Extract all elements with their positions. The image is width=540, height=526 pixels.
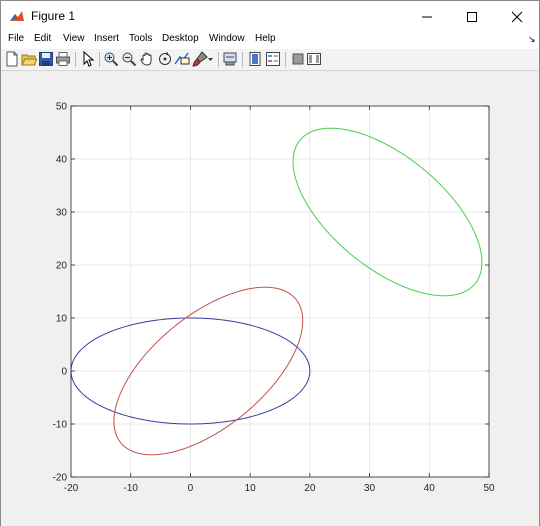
axes-background	[71, 106, 489, 477]
x-tick-label: 10	[245, 483, 257, 494]
menu-file[interactable]: File	[8, 33, 24, 44]
minimize-button[interactable]	[404, 1, 449, 32]
figure-canvas[interactable]: -20 -10 0 10 20 30 40 50 -20 -10 0 10 20 30 40 50	[1, 72, 539, 526]
matlab-figure-icon	[10, 11, 24, 21]
zoom-in-icon[interactable]	[103, 51, 119, 67]
rotate-3d-icon[interactable]	[157, 51, 173, 67]
close-icon	[511, 11, 522, 22]
insert-colorbar-icon[interactable]	[247, 51, 263, 67]
y-tick-label: -20	[53, 473, 68, 484]
x-tick-label: -10	[123, 483, 138, 494]
maximize-icon	[466, 11, 477, 22]
close-button[interactable]	[494, 1, 539, 32]
y-tick-label: 40	[56, 155, 68, 166]
window-title: Figure 1	[31, 9, 76, 23]
maximize-button[interactable]	[449, 1, 494, 32]
toolbar-separator	[242, 52, 243, 67]
link-plot-icon[interactable]	[222, 51, 238, 67]
figure-window: Figure 1 File Edit View Insert Tools Des…	[0, 0, 540, 526]
plot-axes[interactable]: -20 -10 0 10 20 30 40 50 -20 -10 0 10 20 30 40 50	[1, 72, 539, 526]
pan-icon[interactable]	[139, 51, 155, 67]
menu-window[interactable]: Window	[209, 33, 245, 44]
save-icon[interactable]	[38, 51, 54, 67]
dock-figure-icon[interactable]: ↘	[528, 34, 536, 45]
minimize-icon	[421, 16, 432, 17]
figure-toolbar	[1, 49, 539, 71]
y-tick-label: 30	[56, 208, 68, 219]
x-tick-label: 0	[188, 483, 194, 494]
title-bar[interactable]: Figure 1	[1, 1, 539, 32]
y-tick-label: -10	[53, 420, 68, 431]
data-cursor-icon[interactable]	[174, 51, 190, 67]
menu-desktop[interactable]: Desktop	[162, 33, 199, 44]
y-tick-label: 0	[61, 367, 67, 378]
toolbar-separator	[218, 52, 219, 67]
pointer-icon[interactable]	[80, 51, 96, 67]
menu-edit[interactable]: Edit	[34, 33, 51, 44]
hide-plot-tools-icon[interactable]	[290, 51, 306, 67]
toolbar-separator	[99, 52, 100, 67]
menu-bar: File Edit View Insert Tools Desktop Wind…	[1, 32, 539, 49]
open-file-icon[interactable]	[21, 51, 37, 67]
toolbar-separator	[75, 52, 76, 67]
new-figure-icon[interactable]	[4, 51, 20, 67]
x-tick-label: -20	[64, 483, 79, 494]
menu-help[interactable]: Help	[255, 33, 276, 44]
show-plot-tools-icon[interactable]	[306, 51, 322, 67]
y-tick-label: 20	[56, 261, 68, 272]
x-tick-label: 40	[424, 483, 436, 494]
menu-view[interactable]: View	[63, 33, 85, 44]
y-tick-label: 50	[56, 102, 68, 113]
toolbar-separator	[285, 52, 286, 67]
brush-dropdown-icon[interactable]	[206, 51, 215, 67]
zoom-out-icon[interactable]	[121, 51, 137, 67]
print-icon[interactable]	[55, 51, 71, 67]
menu-insert[interactable]: Insert	[94, 33, 119, 44]
x-tick-label: 20	[304, 483, 316, 494]
x-tick-label: 30	[364, 483, 376, 494]
insert-legend-icon[interactable]	[265, 51, 281, 67]
y-tick-label: 10	[56, 314, 68, 325]
x-tick-label: 50	[483, 483, 495, 494]
menu-tools[interactable]: Tools	[129, 33, 152, 44]
